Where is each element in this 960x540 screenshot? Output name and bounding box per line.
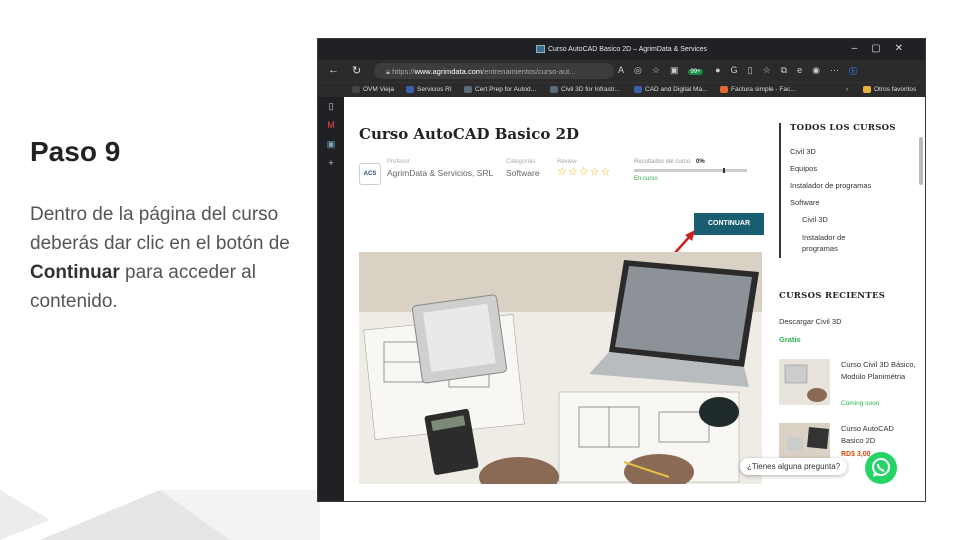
decorative-triangles xyxy=(0,490,320,540)
teacher-label: Profesor xyxy=(387,159,410,165)
progress-marker xyxy=(723,168,725,173)
whatsapp-button[interactable] xyxy=(865,452,897,484)
maximize-icon[interactable]: ▢ xyxy=(871,43,894,54)
extension-icon[interactable]: ▣ xyxy=(670,65,689,75)
course-hero-image xyxy=(359,252,762,484)
sidebar-accent-bar xyxy=(779,123,781,258)
teacher-value[interactable]: AgrimData & Servicios, SRL xyxy=(387,168,493,178)
bookmarks-bar: OVM Vieja Servicios RI Cert Prep for Aut… xyxy=(318,82,925,97)
bookmark-icon xyxy=(550,86,558,93)
avatar[interactable]: ◉ xyxy=(812,65,830,75)
slide: Paso 9 Dentro de la página del curso deb… xyxy=(0,0,960,540)
title-bar: Curso AutoCAD Basico 2D – AgrimData & Se… xyxy=(318,39,925,60)
subcategory-link[interactable]: Civil 3D xyxy=(790,215,919,224)
tabs-icon[interactable]: ▯ xyxy=(318,97,344,116)
hero-illustration xyxy=(359,252,762,484)
recent-course-status: Coming soon xyxy=(841,400,880,407)
browser-sidebar: ▯ M ▣ + xyxy=(318,97,344,501)
bookmark-item[interactable]: Servicios RI xyxy=(406,86,452,93)
add-favorite-icon[interactable]: ☆ xyxy=(652,65,670,75)
progress-bar xyxy=(634,168,747,173)
refresh-icon[interactable]: ↻ xyxy=(352,64,361,77)
slide-title: Paso 9 xyxy=(30,136,121,167)
category-link[interactable]: Instalador de programas xyxy=(790,181,919,190)
back-icon[interactable]: ← xyxy=(328,64,339,76)
gmail-icon[interactable]: M xyxy=(318,116,344,135)
recent-course-title[interactable]: Curso AutoCAD Basico 2D xyxy=(841,423,916,447)
body-text-bold: Continuar xyxy=(30,262,120,283)
bookmark-item[interactable]: Cert Prep for Autod... xyxy=(464,86,536,93)
edge-icon[interactable]: e xyxy=(797,65,812,75)
site-favicon-icon xyxy=(535,45,545,53)
recent-course-thumbnail[interactable] xyxy=(779,359,830,405)
favorites-icon[interactable]: ☆ xyxy=(763,65,781,75)
category-link[interactable]: Equipos xyxy=(790,164,919,173)
bookmark-item[interactable]: OVM Vieja xyxy=(352,86,394,93)
folder-icon xyxy=(863,86,871,93)
recent-course-title[interactable]: Curso Civil 3D Básico, Modulo Planimétri… xyxy=(841,359,916,383)
profile-ext-icon[interactable]: ● xyxy=(715,65,730,75)
tracking-icon[interactable]: ◎ xyxy=(634,65,652,75)
close-icon[interactable]: ✕ xyxy=(895,43,917,54)
course-title: Curso AutoCAD Basico 2D xyxy=(359,125,580,143)
category-value[interactable]: Software xyxy=(506,168,540,178)
minimize-icon[interactable]: – xyxy=(852,43,872,54)
rating-stars: ☆☆☆☆☆ xyxy=(557,166,612,178)
slide-body: Dentro de la página del curso deberás da… xyxy=(30,200,300,316)
collections-icon[interactable]: ⧉ xyxy=(781,65,797,75)
read-aloud-icon[interactable]: A xyxy=(618,65,634,75)
browser-window: Curso AutoCAD Basico 2D – AgrimData & Se… xyxy=(317,38,926,502)
progress-status: En curso xyxy=(634,176,658,182)
bookmark-icon xyxy=(406,86,414,93)
scrollbar[interactable] xyxy=(919,137,923,185)
bookmark-icon xyxy=(352,86,360,93)
notification-badge[interactable]: 99+ xyxy=(688,69,703,75)
category-label: Categorías xyxy=(506,159,536,165)
window-title: Curso AutoCAD Basico 2D – AgrimData & Se… xyxy=(547,45,708,53)
recent-top-price: Gratis xyxy=(779,335,801,344)
bookmark-item[interactable]: Factura simple - Fac... xyxy=(720,86,796,93)
address-row: ← ↻ 🔒︎ https://www.agrimdata.com/entrena… xyxy=(318,60,925,82)
bookmark-icon xyxy=(720,86,728,93)
category-link[interactable]: Software xyxy=(790,198,919,207)
category-link[interactable]: Civil 3D xyxy=(790,147,919,156)
progress-value: 0% xyxy=(696,159,705,165)
chat-prompt-bubble[interactable]: ¿Tienes alguna pregunta? xyxy=(740,458,848,475)
recent-top-title[interactable]: Descargar Civil 3D xyxy=(779,317,842,326)
chevron-right-icon[interactable]: › xyxy=(846,86,848,93)
bookmark-icon xyxy=(464,86,472,93)
right-sidebar: TODOS LOS CURSOS Civil 3D Equipos Instal… xyxy=(779,123,919,469)
bookmark-icon xyxy=(634,86,642,93)
bing-icon[interactable]: ⓑ xyxy=(849,65,867,75)
all-courses-heading: TODOS LOS CURSOS xyxy=(790,123,896,133)
refresh-ext-icon[interactable]: G xyxy=(731,65,748,75)
web-page: Curso AutoCAD Basico 2D ACS Profesor Agr… xyxy=(344,97,925,501)
address-bar[interactable]: 🔒︎ https://www.agrimdata.com/entrenamien… xyxy=(374,63,614,79)
site-tab-icon[interactable]: ▣ xyxy=(318,135,344,154)
subcategory-link[interactable]: Instalador de programas xyxy=(790,232,865,254)
course-meta: ACS Profesor AgrimData & Servicios, SRL … xyxy=(359,159,759,189)
continue-button[interactable]: CONTINUAR xyxy=(694,213,764,235)
whatsapp-icon xyxy=(872,458,890,477)
more-icon[interactable]: ⋯ xyxy=(830,65,849,75)
recent-heading: CURSOS RECIENTES xyxy=(779,291,886,301)
add-icon[interactable]: + xyxy=(318,154,344,173)
bookmark-item[interactable]: CAD and Digital Ma... xyxy=(634,86,708,93)
other-favorites[interactable]: Otros favoritos xyxy=(863,86,916,93)
body-text-pre: Dentro de la página del curso deberás da… xyxy=(30,204,290,254)
bookmark-item[interactable]: Civil 3D for Infrastr... xyxy=(550,86,620,93)
split-icon[interactable]: ▯ xyxy=(748,65,763,75)
progress-label: Resultados del curso xyxy=(634,159,691,165)
company-logo: ACS xyxy=(359,163,381,185)
